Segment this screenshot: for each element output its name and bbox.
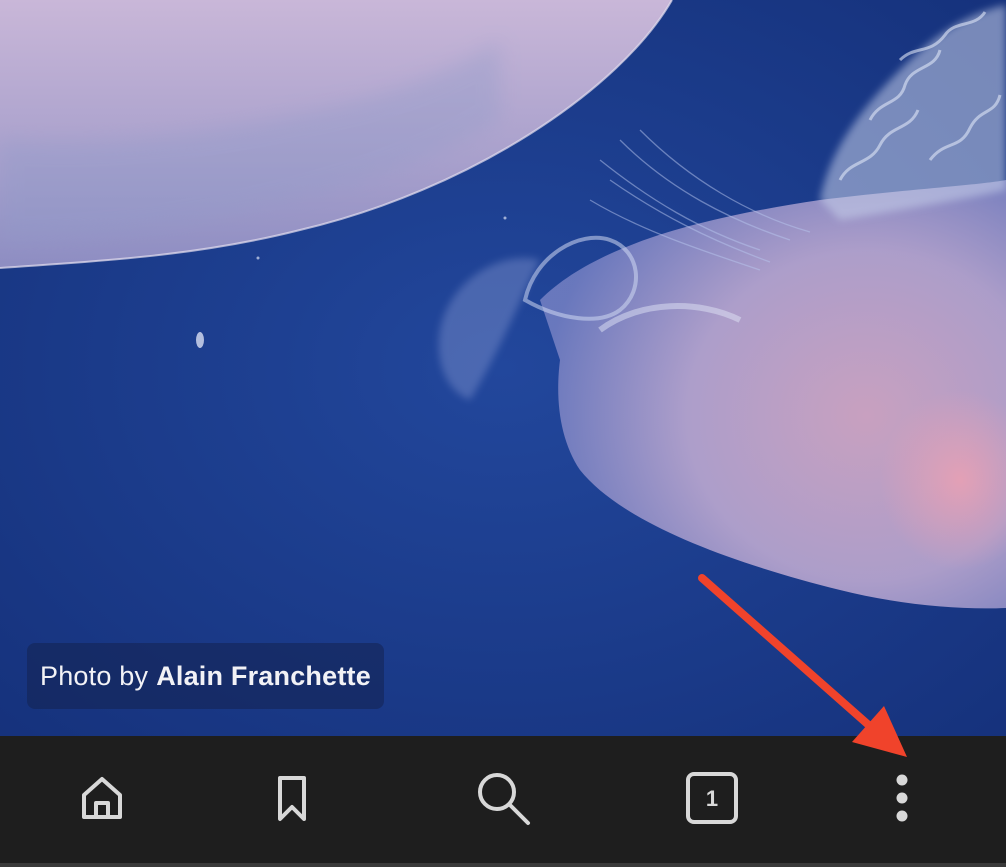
tab-switcher-button[interactable]: 1 — [676, 762, 748, 834]
photo-credit-prefix: Photo by — [40, 660, 149, 691]
tab-count: 1 — [706, 786, 718, 811]
home-button[interactable] — [66, 762, 138, 834]
search-button[interactable] — [467, 762, 539, 834]
bottom-toolbar: 1 — [0, 736, 1006, 867]
photo-credit[interactable]: Photo by Alain Franchette — [27, 643, 384, 709]
bookmarks-button[interactable] — [256, 762, 328, 834]
jellyfish-image — [0, 0, 1006, 736]
background-photo: Photo by Alain Franchette — [0, 0, 1006, 736]
tab-switcher-icon: 1 — [686, 772, 738, 824]
search-icon — [478, 773, 530, 825]
more-menu-button[interactable] — [866, 762, 938, 834]
bookmark-icon — [278, 776, 306, 821]
home-icon — [82, 777, 122, 819]
browser-screen: Photo by Alain Franchette 1 — [0, 0, 1006, 867]
photo-credit-author: Alain Franchette — [156, 660, 371, 691]
more-vertical-icon — [896, 774, 908, 822]
